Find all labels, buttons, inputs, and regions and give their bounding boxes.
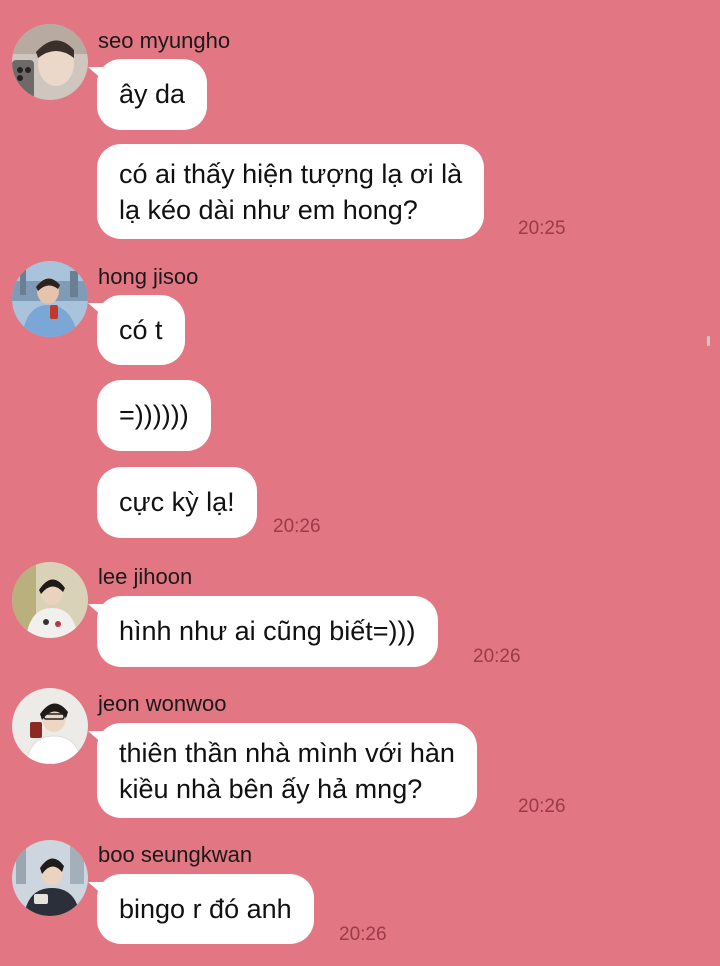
message-text: cực kỳ lạ! — [119, 487, 235, 517]
avatar[interactable] — [12, 24, 88, 100]
profile-photo-icon — [12, 24, 88, 100]
message-text: có t — [119, 315, 163, 345]
avatar[interactable] — [12, 688, 88, 764]
message-text: hình như ai cũng biết=))) — [119, 616, 416, 646]
message-bubble[interactable]: thiên thần nhà mình với hàn kiều nhà bên… — [88, 723, 477, 818]
avatar[interactable] — [12, 840, 88, 916]
message-bubble[interactable]: bingo r đó anh — [88, 874, 314, 944]
message-bubble[interactable]: có t — [88, 295, 185, 365]
sender-name: lee jihoon — [98, 564, 193, 589]
profile-photo-icon — [12, 261, 88, 337]
message-bubble[interactable]: có ai thấy hiện tượng lạ ơi là lạ kéo dà… — [97, 144, 485, 239]
scrollbar-thumb[interactable] — [707, 336, 710, 346]
message-bubble[interactable]: ây da — [87, 59, 208, 130]
message-text: thiên thần nhà mình với hàn — [119, 738, 455, 768]
message-timestamp: 20:26 — [339, 924, 387, 945]
message-bubble[interactable]: =)))))) — [97, 380, 211, 451]
sender-name: boo seungkwan — [98, 842, 253, 867]
profile-photo-icon — [12, 562, 88, 638]
message-bubble[interactable]: hình như ai cũng biết=))) — [88, 596, 438, 667]
message-text: =)))))) — [119, 400, 189, 430]
message-text: có ai thấy hiện tượng lạ ơi là — [119, 159, 463, 189]
sender-name: jeon wonwoo — [98, 691, 227, 716]
message-text: ây da — [119, 79, 186, 109]
sender-name: hong jisoo — [98, 264, 199, 289]
message-timestamp: 20:26 — [518, 796, 566, 817]
message-text: bingo r đó anh — [119, 894, 292, 924]
message-text: kiều nhà bên ấy hả mng? — [119, 774, 423, 804]
profile-photo-icon — [12, 840, 88, 916]
message-timestamp: 20:25 — [518, 218, 566, 239]
avatar[interactable] — [12, 562, 88, 638]
message-timestamp: 20:26 — [273, 516, 321, 537]
message-text: lạ kéo dài như em hong? — [119, 195, 418, 225]
profile-photo-icon — [12, 688, 88, 764]
message-bubble[interactable]: cực kỳ lạ! — [97, 467, 257, 538]
sender-name: seo myungho — [98, 28, 231, 53]
avatar[interactable] — [12, 261, 88, 337]
message-timestamp: 20:26 — [473, 646, 521, 667]
